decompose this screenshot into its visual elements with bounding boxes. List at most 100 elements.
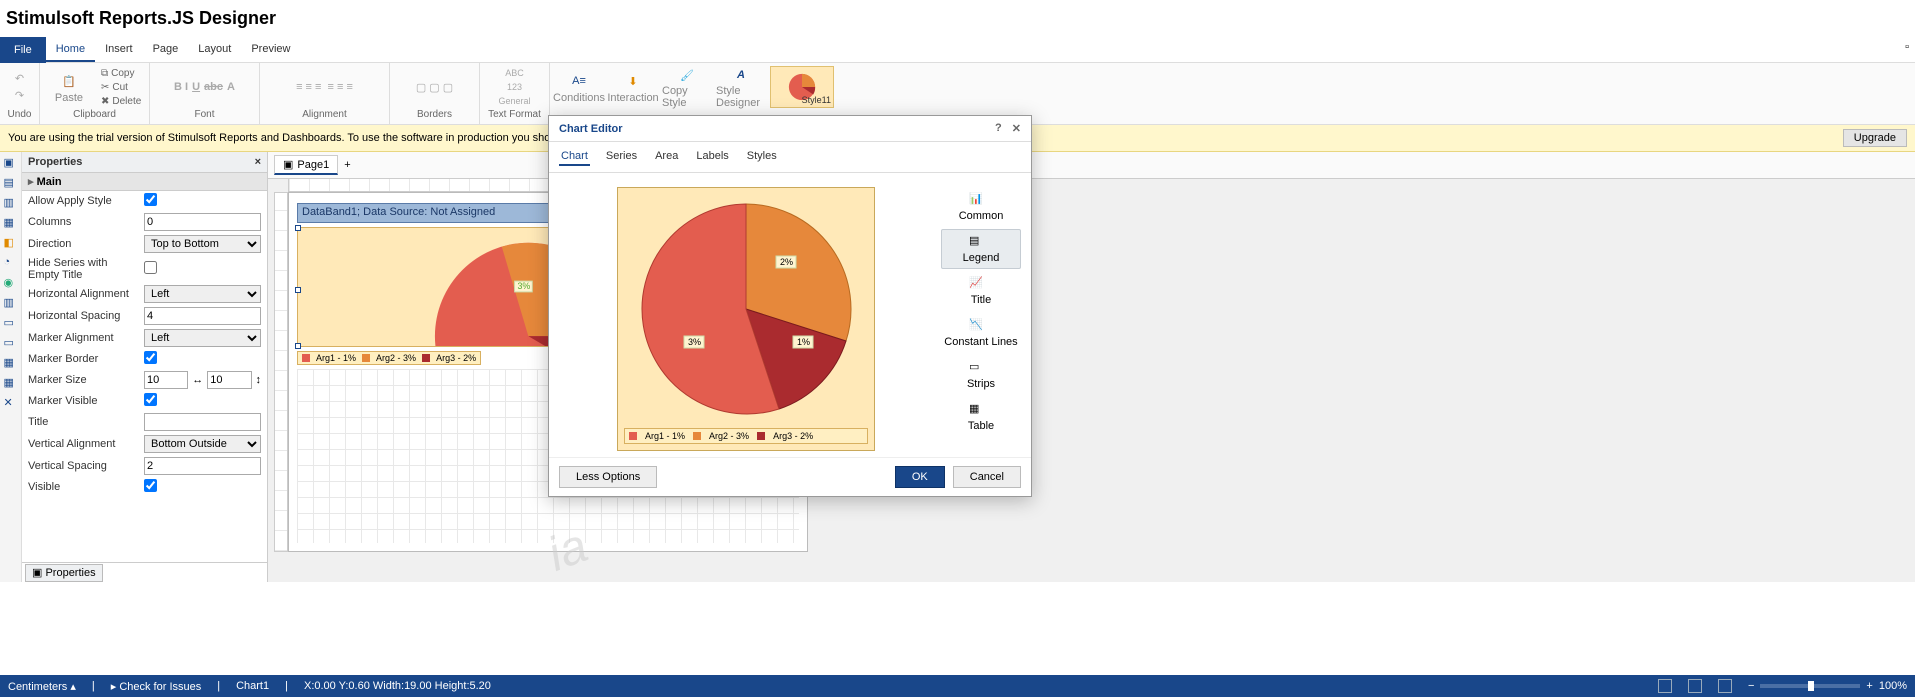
tool-shape-icon[interactable]: ▭ — [4, 316, 18, 330]
zoom-out-button[interactable]: − — [1748, 680, 1754, 692]
add-page-button[interactable]: + — [344, 159, 350, 171]
dialog-help-icon[interactable]: ? — [995, 122, 1002, 135]
status-units[interactable]: Centimeters ▴ — [8, 680, 76, 693]
menu-preview[interactable]: Preview — [241, 38, 300, 62]
tool-cross-icon[interactable]: ▦ — [4, 376, 18, 390]
side-constant-lines[interactable]: 📉Constant Lines — [941, 313, 1021, 353]
prop-allow-apply-style-label: Allow Apply Style — [28, 195, 138, 207]
brush-icon: 🖌 — [676, 65, 698, 85]
style-designer-button[interactable]: AStyle Designer — [716, 65, 766, 109]
conditions-icon: A≡ — [568, 70, 590, 92]
clipboard-group-label: Clipboard — [44, 109, 145, 122]
tool-band-icon[interactable]: ▦ — [4, 216, 18, 230]
prop-mvisible[interactable] — [144, 393, 157, 406]
tool-image-icon[interactable]: ▥ — [4, 196, 18, 210]
menu-home[interactable]: Home — [46, 38, 95, 62]
status-coords: X:0.00 Y:0.60 Width:19.00 Height:5.20 — [304, 680, 491, 692]
page-icon: ▣ — [283, 158, 293, 171]
side-strips[interactable]: ▭Strips — [941, 355, 1021, 395]
side-legend[interactable]: ▤Legend — [941, 229, 1021, 269]
cancel-button[interactable]: Cancel — [953, 466, 1021, 488]
redo-icon[interactable]: ↷ — [15, 89, 24, 102]
cut-icon: ✂ — [101, 82, 109, 93]
undo-icon[interactable]: ↶ — [15, 72, 24, 85]
menu-insert[interactable]: Insert — [95, 38, 143, 62]
general-format[interactable]: General — [498, 96, 530, 106]
delete-button[interactable]: ✖Delete — [98, 95, 144, 108]
prop-title[interactable] — [144, 413, 261, 431]
prop-title-label: Title — [28, 416, 138, 428]
tool-globe-icon[interactable]: ◉ — [4, 276, 18, 290]
zoom-slider[interactable] — [1760, 684, 1860, 688]
dialog-tab-styles[interactable]: Styles — [745, 148, 779, 166]
tool-cursor-icon[interactable]: ▣ — [4, 156, 18, 170]
prop-msize-h[interactable] — [207, 371, 251, 389]
tool-barcode-icon[interactable]: ▥ — [4, 296, 18, 310]
file-menu[interactable]: File — [0, 37, 46, 63]
menu-page[interactable]: Page — [143, 38, 189, 62]
tool-text-icon[interactable]: ▤ — [4, 176, 18, 190]
properties-close-icon[interactable]: × — [255, 156, 261, 168]
prop-malign-label: Marker Alignment — [28, 332, 138, 344]
tool-panel-icon[interactable]: ▭ — [4, 336, 18, 350]
prop-allow-apply-style[interactable] — [144, 193, 157, 206]
prop-halign[interactable]: Left — [144, 285, 261, 303]
less-options-button[interactable]: Less Options — [559, 466, 657, 488]
table-icon: ▦ — [969, 402, 993, 420]
tool-settings-icon[interactable]: ✕ — [4, 396, 18, 410]
copy-button[interactable]: ⧉Copy — [98, 67, 144, 80]
prop-valign-label: Vertical Alignment — [28, 438, 138, 450]
prop-hide-empty-label: Hide Series with Empty Title — [28, 257, 138, 281]
dialog-tab-chart[interactable]: Chart — [559, 148, 590, 166]
prop-malign[interactable]: Left — [144, 329, 261, 347]
side-common[interactable]: 📊Common — [941, 187, 1021, 227]
prop-msize-w[interactable] — [144, 371, 188, 389]
prop-columns[interactable] — [144, 213, 261, 231]
prop-visible[interactable] — [144, 479, 157, 492]
properties-section[interactable]: Main — [37, 176, 62, 188]
dialog-tab-series[interactable]: Series — [604, 148, 639, 166]
prop-valign[interactable]: Bottom Outside — [144, 435, 261, 453]
tool-gauge-icon[interactable]: ◔ — [4, 256, 18, 270]
conditions-button[interactable]: A≡Conditions — [554, 65, 604, 109]
interaction-icon: ⬇ — [622, 70, 644, 92]
tool-chart-icon[interactable]: ◧ — [4, 236, 18, 250]
copy-style-button[interactable]: 🖌Copy Style — [662, 65, 712, 109]
paste-button[interactable]: 📋 Paste — [44, 65, 94, 109]
prop-direction[interactable]: Top to Bottom — [144, 235, 261, 253]
status-view3-icon[interactable] — [1718, 679, 1732, 693]
interaction-button[interactable]: ⬇Interaction — [608, 65, 658, 109]
page-tab[interactable]: ▣Page1 — [274, 155, 338, 175]
strips-icon: ▭ — [969, 360, 993, 378]
prop-hide-empty[interactable] — [144, 261, 157, 274]
side-title[interactable]: 📈Title — [941, 271, 1021, 311]
prop-hspacing[interactable] — [144, 307, 261, 325]
zoom-in-button[interactable]: + — [1866, 680, 1872, 692]
prop-vspacing[interactable] — [144, 457, 261, 475]
ok-button[interactable]: OK — [895, 466, 945, 488]
svg-text:3%: 3% — [518, 281, 531, 291]
properties-footer-button[interactable]: ▣ Properties — [25, 564, 103, 582]
expand-ribbon-icon[interactable]: ▫ — [1905, 41, 1909, 53]
style-gallery-item[interactable]: Style11 — [770, 66, 834, 108]
upgrade-button[interactable]: Upgrade — [1843, 129, 1907, 147]
side-table[interactable]: ▦Table — [941, 397, 1021, 437]
cut-button[interactable]: ✂Cut — [98, 81, 144, 94]
dialog-close-icon[interactable]: ✕ — [1012, 122, 1021, 135]
statusbar: Centimeters ▴ | ▸ Check for Issues | Cha… — [0, 675, 1915, 697]
svg-text:1%: 1% — [797, 337, 810, 347]
dialog-tab-labels[interactable]: Labels — [694, 148, 730, 166]
properties-panel: Properties× ▸ Main Allow Apply Style Col… — [22, 152, 268, 582]
status-view1-icon[interactable] — [1658, 679, 1672, 693]
status-check[interactable]: ▸ Check for Issues — [111, 680, 202, 693]
dialog-tab-area[interactable]: Area — [653, 148, 680, 166]
svg-text:3%: 3% — [688, 337, 701, 347]
style-swatch-label: Style11 — [802, 95, 831, 105]
tool-table-icon[interactable]: ▦ — [4, 356, 18, 370]
status-view2-icon[interactable] — [1688, 679, 1702, 693]
menu-layout[interactable]: Layout — [188, 38, 241, 62]
design-canvas[interactable]: ▣Page1 + DataBand1; Data Source: Not Ass… — [268, 152, 1915, 582]
chart-preview-legend: Arg1 - 1% Arg2 - 3% Arg3 - 2% — [624, 428, 868, 444]
prop-mborder[interactable] — [144, 351, 157, 364]
alignment-group-label: Alignment — [264, 109, 385, 122]
